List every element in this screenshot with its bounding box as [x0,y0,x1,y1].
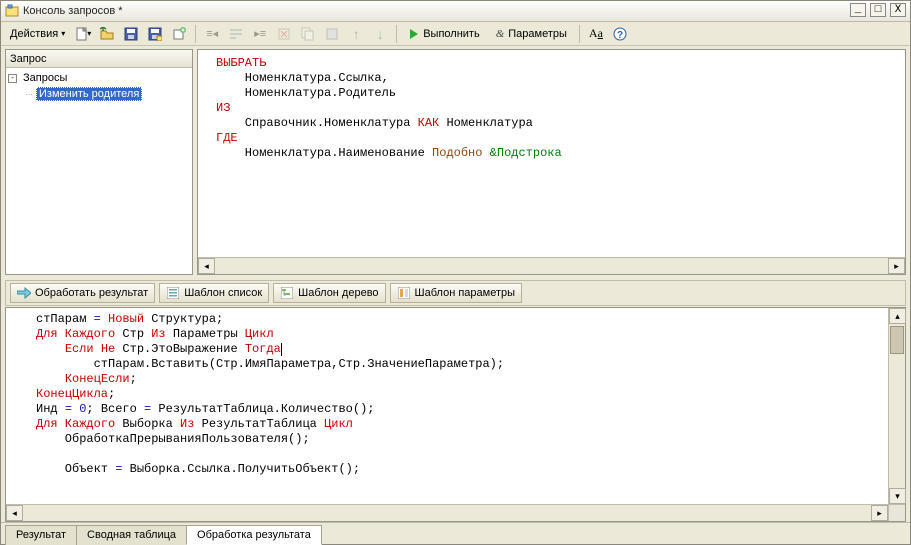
tree-child-row[interactable]: ⋯ Изменить родителя [6,86,192,102]
tb-icon-del[interactable] [273,24,295,44]
tree-body[interactable]: - Запросы ⋯ Изменить родителя [6,68,192,274]
scroll-track[interactable] [23,505,871,521]
process-result-button[interactable]: Обработать результат [10,283,155,303]
scroll-track[interactable] [215,258,888,274]
scroll-right-icon[interactable]: ▸ [871,505,888,521]
tb-indent-left[interactable]: ≡◂ [201,24,223,44]
scroll-left-icon[interactable]: ◂ [6,505,23,521]
open-button[interactable] [96,24,118,44]
code-horizontal-scrollbar[interactable]: ◂ ▸ [6,504,905,521]
ampersand-icon: & [496,28,505,40]
parameters-label: Параметры [508,28,567,40]
maximize-button[interactable]: □ [870,3,886,17]
titlebar: Консоль запросов * _ □ X [1,1,910,22]
template-params-label: Шаблон параметры [415,287,515,299]
template-params-button[interactable]: Шаблон параметры [390,283,522,303]
main-area: Запрос - Запросы ⋯ Изменить родителя ВЫБ… [1,46,910,544]
play-icon [409,29,419,39]
actions-menu[interactable]: Действия ▾ [5,25,70,43]
new-button[interactable]: ▾ [72,24,94,44]
help-button[interactable]: ? [609,24,631,44]
tab-pivot[interactable]: Сводная таблица [76,525,187,545]
execute-label: Выполнить [423,28,479,40]
process-result-label: Обработать результат [35,287,148,299]
collapse-icon[interactable]: - [8,74,17,83]
toolbar-separator [195,25,196,43]
save-button[interactable] [120,24,142,44]
tree-root-row[interactable]: - Запросы [6,70,192,86]
tb-icon-2[interactable] [225,24,247,44]
tab-result-label: Результат [16,529,66,541]
tree-child-label: Изменить родителя [36,87,142,101]
list-icon [166,286,180,300]
toolbar-separator [579,25,580,43]
query-text[interactable]: ВЫБРАТЬ Номенклатура.Ссылка, Номенклатур… [198,50,905,257]
scroll-track[interactable] [889,324,905,488]
svg-text:?: ? [617,30,623,41]
arrow-right-icon [17,286,31,300]
tab-process[interactable]: Обработка результата [186,525,322,545]
minimize-button[interactable]: _ [850,3,866,17]
scroll-thumb[interactable] [890,326,904,354]
dropdown-icon: ▾ [61,29,65,38]
toolbar-separator [396,25,397,43]
query-editor[interactable]: ВЫБРАТЬ Номенклатура.Ссылка, Номенклатур… [197,49,906,275]
text-cursor [281,343,282,356]
scroll-up-icon[interactable]: ▴ [889,308,906,324]
tb-icon-copy[interactable] [297,24,319,44]
move-up-button[interactable]: ↑ [345,24,367,44]
execute-button[interactable]: Выполнить [402,24,486,44]
tab-result[interactable]: Результат [5,525,77,545]
tree-leaf-icon: ⋯ [24,90,34,99]
window-title: Консоль запросов * [23,5,123,17]
tb-icon-design[interactable] [321,24,343,44]
template-tree-label: Шаблон дерево [298,287,378,299]
code-vertical-scrollbar[interactable]: ▴ ▾ [888,308,905,504]
move-down-button[interactable]: ↓ [369,24,391,44]
template-tree-button[interactable]: Шаблон дерево [273,283,385,303]
result-toolbar: Обработать результат Шаблон список Шабло… [5,280,906,306]
code-editor[interactable]: стПарам = Новый Структура; Для Каждого С… [5,307,906,522]
scroll-right-icon[interactable]: ▸ [888,258,905,274]
tree-header: Запрос [6,50,192,68]
bottom-tabs: Результат Сводная таблица Обработка резу… [1,522,910,544]
query-horizontal-scrollbar[interactable]: ◂ ▸ [198,257,905,274]
upper-split: Запрос - Запросы ⋯ Изменить родителя ВЫБ… [1,46,910,278]
actions-label: Действия [10,28,58,40]
save-as-button[interactable] [144,24,166,44]
app-icon [5,4,19,18]
scroll-left-icon[interactable]: ◂ [198,258,215,274]
tree-root-label: Запросы [23,72,67,84]
text-a-icon: Aa [589,26,603,41]
tree-pane: Запрос - Запросы ⋯ Изменить родителя [5,49,193,275]
dropdown-icon: ▾ [87,29,91,38]
parameters-button[interactable]: & Параметры [489,24,574,44]
scroll-down-icon[interactable]: ▾ [889,488,906,504]
template-list-button[interactable]: Шаблон список [159,283,269,303]
new-query-button[interactable] [168,24,190,44]
tab-process-label: Обработка результата [197,529,311,541]
help-icon: ? [613,27,627,41]
tb-indent-right[interactable]: ▸≡ [249,24,271,44]
tab-pivot-label: Сводная таблица [87,529,176,541]
template-list-label: Шаблон список [184,287,262,299]
toolbar: Действия ▾ ▾ ≡◂ ▸≡ ↑ ↓ Выполнить & Парам… [1,22,910,46]
close-button[interactable]: X [890,3,906,17]
params-icon [397,286,411,300]
tree-icon [280,286,294,300]
code-text[interactable]: стПарам = Новый Структура; Для Каждого С… [6,308,905,504]
text-format-button[interactable]: Aa [585,24,607,44]
